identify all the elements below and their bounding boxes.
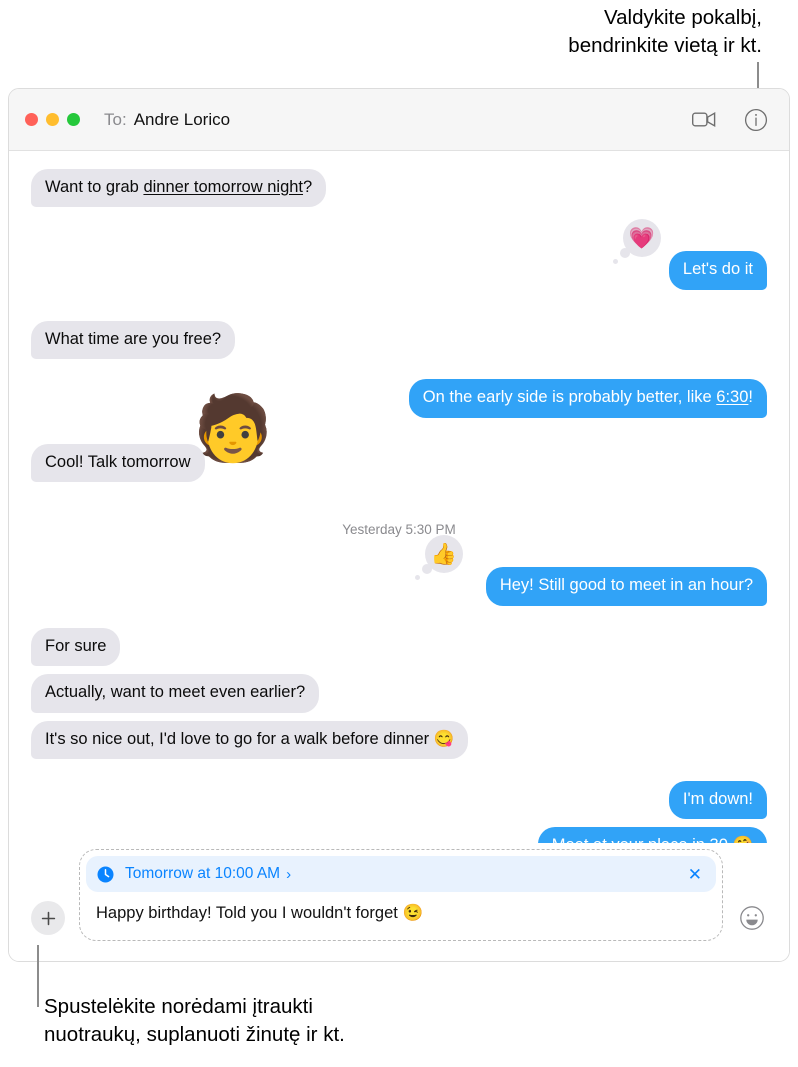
thread-timestamp: Yesterday 5:30 PM — [342, 522, 456, 538]
message-row: What time are you free? — [31, 320, 767, 360]
data-detector-link[interactable]: 6:30 — [716, 388, 748, 406]
message-input-area[interactable]: Tomorrow at 10:00 AM › ✕ Happy birthday!… — [79, 849, 723, 941]
recipient-field[interactable]: To: Andre Lorico — [104, 110, 230, 130]
message-bubble-incoming[interactable]: Want to grab dinner tomorrow night? — [31, 169, 327, 208]
message-row: Want to grab dinner tomorrow night? — [31, 169, 767, 208]
info-circle-icon[interactable] — [741, 105, 771, 135]
bottom-callout-text: Spustelėkite norėdami įtraukti nuotraukų… — [44, 995, 345, 1046]
to-label: To: — [104, 109, 127, 129]
message-bubble-incoming[interactable]: For sure — [31, 627, 121, 667]
message-row: 👍 Hey! Still good to meet in an hour? — [31, 535, 767, 606]
message-composer: Tomorrow at 10:00 AM › ✕ Happy birthday!… — [9, 843, 789, 961]
minimize-window-button[interactable] — [46, 113, 59, 126]
scheduled-send-label-group[interactable]: Tomorrow at 10:00 AM › — [125, 865, 291, 883]
message-text-part: ? — [303, 178, 313, 196]
message-text-part: Want to grab — [45, 178, 144, 196]
smiley-icon[interactable] — [737, 903, 767, 933]
close-window-button[interactable] — [25, 113, 38, 126]
message-row: For sure — [31, 627, 767, 667]
message-bubble-outgoing[interactable]: Hey! Still good to meet in an hour? — [485, 567, 767, 606]
memoji-sticker[interactable]: 🧑 — [193, 396, 273, 460]
titlebar-actions — [689, 105, 771, 135]
message-thread[interactable]: Want to grab dinner tomorrow night? 💗 Le… — [9, 151, 789, 843]
message-bubble-incoming[interactable]: Actually, want to meet even earlier? — [31, 674, 320, 713]
message-text-part: On the early side is probably better, li… — [422, 388, 717, 407]
tapback-heart[interactable]: 💗 — [613, 219, 661, 265]
message-bubble-outgoing[interactable]: On the early side is probably better, li… — [408, 379, 767, 418]
message-bubble-outgoing[interactable]: Let's do it — [668, 251, 767, 290]
message-row: On the early side is probably better, li… — [31, 379, 767, 418]
message-text-part: ! — [748, 388, 753, 407]
maximize-window-button[interactable] — [67, 113, 80, 126]
message-bubble-outgoing[interactable]: Meet at your place in 30 🤗 — [537, 827, 767, 843]
message-row: It's so nice out, I'd love to go for a w… — [31, 720, 767, 759]
window-traffic-lights — [25, 113, 80, 126]
bottom-callout-leader-line — [37, 945, 39, 1007]
add-attachment-button[interactable] — [31, 901, 65, 935]
message-draft-text[interactable]: Happy birthday! Told you I wouldn't forg… — [86, 892, 716, 936]
message-bubble-incoming[interactable]: What time are you free? — [31, 320, 236, 360]
message-bubble-incoming[interactable]: Cool! Talk tomorrow — [31, 443, 205, 483]
message-row: Actually, want to meet even earlier? — [31, 674, 767, 713]
message-bubble-outgoing[interactable]: I'm down! — [668, 780, 767, 820]
data-detector-link[interactable]: dinner tomorrow night — [143, 178, 303, 196]
message-bubble-incoming[interactable]: It's so nice out, I'd love to go for a w… — [31, 720, 469, 759]
message-row: Meet at your place in 30 🤗 — [31, 827, 767, 843]
message-row: I'm down! — [31, 780, 767, 820]
messages-window: To: Andre Lorico Want to grab dinner tom… — [8, 88, 790, 962]
scheduled-send-banner[interactable]: Tomorrow at 10:00 AM › ✕ — [86, 856, 716, 893]
clock-icon — [97, 866, 114, 883]
window-titlebar: To: Andre Lorico — [9, 89, 789, 151]
recipient-name: Andre Lorico — [133, 109, 231, 129]
message-row: 💗 Let's do it — [31, 219, 767, 290]
message-row: Cool! Talk tomorrow 🧑 — [31, 396, 767, 483]
top-callout-text: Valdykite pokalbį, bendrinkite vietą ir … — [568, 6, 762, 57]
scheduled-send-time: Tomorrow at 10:00 AM — [125, 865, 281, 883]
chevron-right-icon[interactable]: › — [286, 866, 291, 883]
video-camera-icon[interactable] — [689, 105, 719, 135]
close-icon[interactable]: ✕ — [688, 866, 702, 883]
tapback-thumbsup[interactable]: 👍 — [415, 535, 463, 581]
